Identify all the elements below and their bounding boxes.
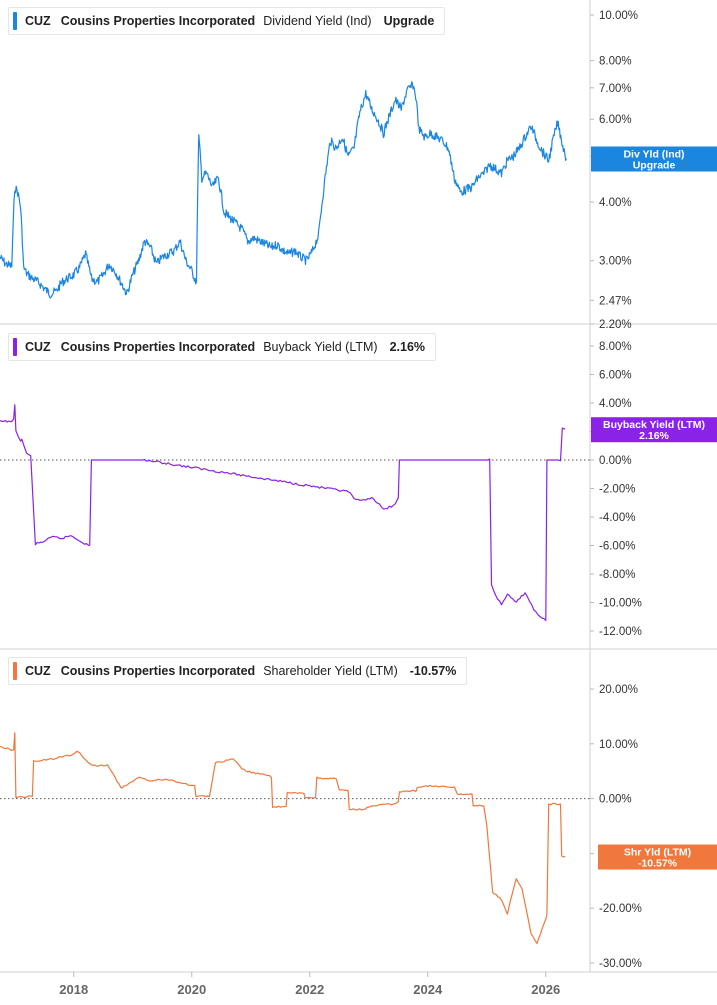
y-tick-label: 2.20% (599, 319, 632, 331)
y-tick-label: -8.00% (599, 569, 635, 581)
legend-value: Upgrade (383, 14, 435, 28)
y-tick-label: 2.47% (599, 295, 632, 307)
x-tick-label: 2022 (295, 982, 324, 997)
x-tick-label: 2018 (59, 982, 88, 997)
legend-company: Cousins Properties Incorporated (60, 340, 256, 354)
legend-metric: Buyback Yield (LTM) (263, 340, 378, 354)
y-tick-label: -30.00% (599, 958, 642, 970)
legend-metric: Shareholder Yield (LTM) (263, 664, 398, 678)
value-flag-value: -10.57% (638, 858, 678, 870)
legend-buyback-yield: CUZ Cousins Properties Incorporated Buyb… (8, 333, 437, 361)
legend-dividend-yield: CUZ Cousins Properties Incorporated Divi… (8, 7, 446, 35)
y-tick-label: 8.00% (599, 56, 632, 68)
y-tick-label: 8.00% (599, 341, 632, 353)
legend-company: Cousins Properties Incorporated (60, 14, 256, 28)
x-tick-label: 2024 (413, 982, 443, 997)
legend-color-swatch (13, 662, 17, 680)
y-tick-label: 4.00% (599, 398, 632, 410)
y-tick-label: -12.00% (599, 626, 642, 638)
legend-ticker: CUZ (25, 664, 51, 678)
y-tick-label: 7.00% (599, 83, 632, 95)
y-tick-label: 0.00% (599, 794, 632, 806)
y-tick-label: -10.00% (599, 598, 642, 610)
legend-color-swatch (13, 338, 17, 356)
legend-color-swatch (13, 12, 17, 30)
y-tick-label: -2.00% (599, 484, 635, 496)
y-tick-label: 4.00% (599, 197, 632, 209)
y-tick-label: 20.00% (599, 684, 638, 696)
chart-canvas: 10.00%8.00%7.00%6.00%5.00%4.00%3.00%2.47… (0, 0, 717, 997)
value-flag-value: Upgrade (633, 160, 676, 172)
x-tick-label: 2026 (531, 982, 560, 997)
series-line-2 (0, 732, 566, 945)
legend-ticker: CUZ (25, 340, 51, 354)
legend-company: Cousins Properties Incorporated (60, 664, 256, 678)
y-tick-label: 6.00% (599, 114, 632, 126)
y-tick-label: 10.00% (599, 10, 638, 22)
y-tick-label: 0.00% (599, 455, 632, 467)
y-tick-label: -6.00% (599, 541, 635, 553)
value-flag-value: 2.16% (639, 430, 669, 442)
legend-metric: Dividend Yield (Ind) (263, 14, 372, 28)
y-tick-label: 10.00% (599, 739, 638, 751)
x-tick-label: 2020 (177, 982, 206, 997)
legend-ticker: CUZ (25, 14, 51, 28)
legend-shareholder-yield: CUZ Cousins Properties Incorporated Shar… (8, 657, 468, 685)
y-tick-label: -20.00% (599, 903, 642, 915)
y-tick-label: 3.00% (599, 256, 632, 268)
y-tick-label: 6.00% (599, 370, 632, 382)
series-line-1 (0, 404, 566, 622)
y-tick-label: -4.00% (599, 512, 635, 524)
legend-value: 2.16% (389, 340, 426, 354)
series-line-0 (0, 81, 567, 299)
legend-value: -10.57% (409, 664, 457, 678)
